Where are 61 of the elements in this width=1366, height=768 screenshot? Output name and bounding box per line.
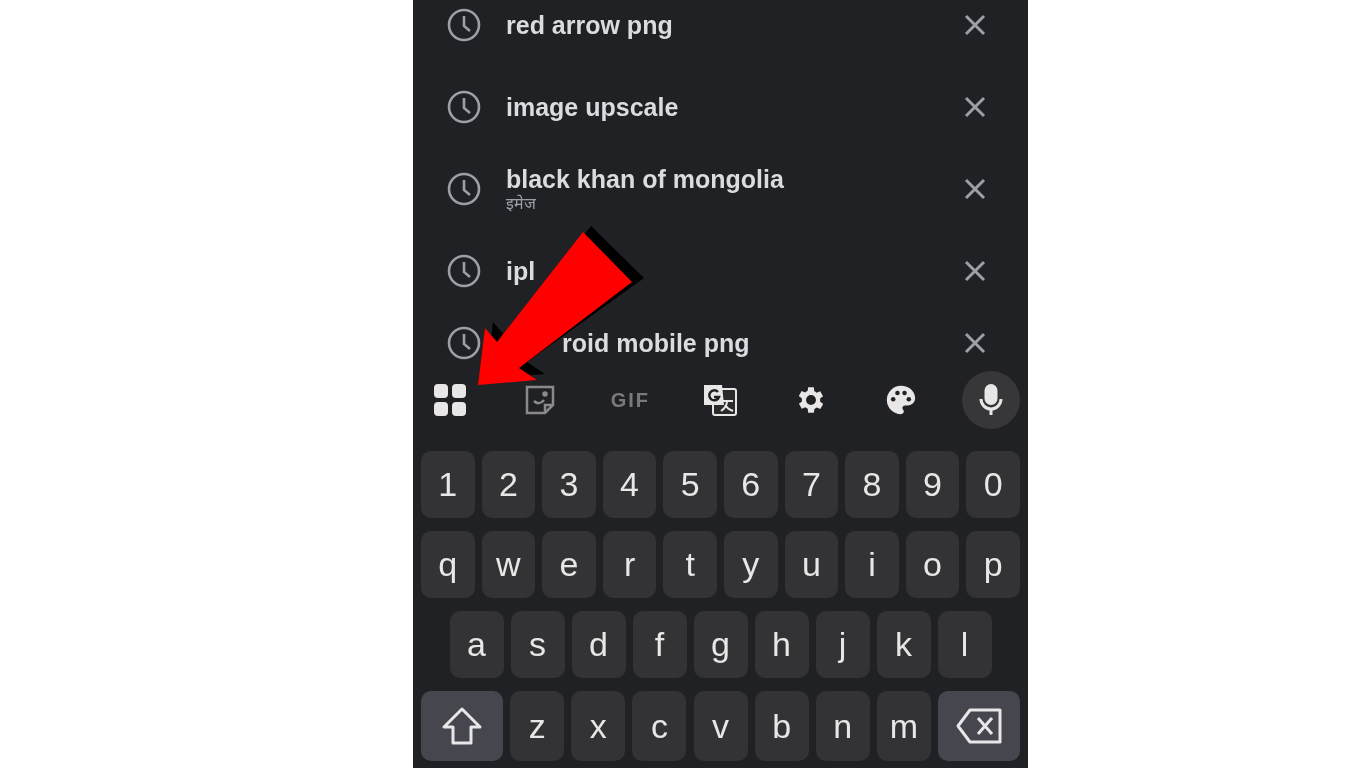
translate-icon: [702, 383, 739, 417]
keyboard-key[interactable]: 1: [421, 451, 475, 518]
backspace-key[interactable]: [938, 691, 1020, 761]
keyboard-key[interactable]: p: [966, 531, 1020, 598]
keyboard-key[interactable]: a: [449, 611, 504, 678]
keyboard-key[interactable]: i: [845, 531, 899, 598]
shift-icon: [442, 707, 482, 745]
keyboard-key[interactable]: f: [632, 611, 687, 678]
keyboard-key[interactable]: g: [693, 611, 748, 678]
remove-button[interactable]: [962, 94, 988, 120]
keyboard-key[interactable]: l: [937, 611, 992, 678]
keyboard-key[interactable]: t: [663, 531, 717, 598]
remove-button[interactable]: [962, 258, 988, 284]
shift-key[interactable]: [421, 691, 503, 761]
keyboard-key[interactable]: q: [421, 531, 475, 598]
keyboard-key[interactable]: b: [754, 691, 809, 761]
history-clock-icon: [446, 7, 482, 43]
keyboard-key[interactable]: w: [481, 531, 536, 598]
remove-button[interactable]: [962, 176, 988, 202]
suggestion-text[interactable]: ipl: [506, 256, 536, 286]
suggestion-subtitle: इमेज: [506, 194, 536, 214]
history-clock-icon: [446, 253, 482, 289]
keyboard-key[interactable]: h: [754, 611, 809, 678]
suggestion-text[interactable]: image upscale: [506, 92, 679, 122]
keyboard-key[interactable]: j: [815, 611, 870, 678]
keyboard-key[interactable]: 7: [784, 451, 839, 518]
keyboard-key[interactable]: z: [510, 691, 565, 761]
keyboard-key[interactable]: c: [632, 691, 687, 761]
suggestion-text[interactable]: black khan of mongolia: [506, 164, 784, 194]
history-clock-icon: [446, 171, 482, 207]
backspace-icon: [956, 708, 1002, 744]
history-clock-icon: [446, 325, 482, 360]
keyboard-key[interactable]: 0: [966, 451, 1020, 518]
keyboard-key[interactable]: 2: [481, 451, 536, 518]
keyboard-key[interactable]: e: [542, 531, 596, 598]
gif-button[interactable]: GIF: [601, 371, 660, 429]
keyboard-key[interactable]: x: [571, 691, 626, 761]
keyboard-key[interactable]: r: [602, 531, 657, 598]
keyboard-key[interactable]: y: [723, 531, 778, 598]
sticker-icon: [524, 384, 557, 416]
keyboard-key[interactable]: 4: [602, 451, 657, 518]
keyboard-key[interactable]: d: [571, 611, 626, 678]
keyboard-key[interactable]: 3: [542, 451, 596, 518]
keyboard-key[interactable]: 8: [845, 451, 899, 518]
keyboard-key[interactable]: s: [510, 611, 565, 678]
keyboard-key[interactable]: 9: [905, 451, 960, 518]
keyboard-key[interactable]: v: [693, 691, 748, 761]
suggestion-text[interactable]: roid mobile png: [562, 328, 750, 358]
remove-button[interactable]: [962, 12, 988, 38]
keyboard-key[interactable]: 5: [663, 451, 717, 518]
suggestion-text[interactable]: red arrow png: [506, 10, 673, 40]
keyboard-key[interactable]: 6: [723, 451, 778, 518]
keyboard-key[interactable]: k: [876, 611, 931, 678]
microphone-icon: [978, 384, 1003, 416]
apps-icon: [433, 383, 467, 417]
keyboard-key[interactable]: o: [905, 531, 960, 598]
keyboard-key[interactable]: u: [784, 531, 839, 598]
keyboard-key[interactable]: n: [815, 691, 870, 761]
remove-button[interactable]: [962, 330, 988, 356]
keyboard-key[interactable]: m: [876, 691, 931, 761]
history-clock-icon: [446, 89, 482, 125]
